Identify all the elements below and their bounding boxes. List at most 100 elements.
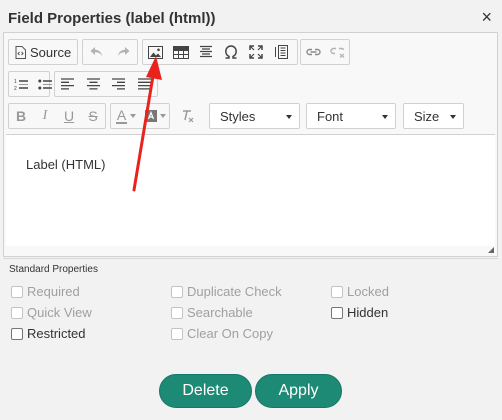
maximize-icon (249, 45, 263, 59)
rich-text-editor: Source 1 2 B I U S A Styles Font Size La… (3, 32, 498, 257)
clear-on-copy-label: Clear On Copy (187, 326, 273, 341)
font-dropdown[interactable]: Font (306, 103, 396, 129)
duplicate-check-checkbox[interactable]: Duplicate Check (171, 284, 282, 299)
italic-button[interactable]: I (33, 104, 57, 128)
numbered-list-icon: 1 2 (14, 79, 28, 91)
editor-content-area[interactable]: Label (HTML) (6, 134, 495, 246)
source-label: Source (30, 44, 72, 60)
show-blocks-icon (275, 45, 288, 59)
size-dropdown[interactable]: Size (403, 103, 464, 129)
font-label: Font (317, 108, 344, 124)
apply-button[interactable]: Apply (255, 374, 342, 408)
required-checkbox[interactable]: Required (11, 284, 80, 299)
restricted-checkbox[interactable]: Restricted (11, 326, 86, 341)
size-label: Size (414, 108, 440, 124)
searchable-label: Searchable (187, 305, 253, 320)
text-color-dropdown-icon (130, 114, 137, 118)
close-icon[interactable]: × (481, 8, 492, 26)
chevron-down-icon (450, 115, 456, 119)
strikethrough-button[interactable]: S (81, 104, 105, 128)
undo-button[interactable] (83, 40, 110, 64)
chevron-down-icon (382, 115, 388, 119)
special-character-button[interactable] (218, 40, 243, 64)
svg-text:2: 2 (14, 86, 17, 91)
required-checkbox-box[interactable] (11, 285, 23, 298)
source-button[interactable]: Source (9, 40, 77, 64)
section-divider (3, 258, 498, 259)
hidden-label: Hidden (347, 305, 389, 320)
hidden-checkbox[interactable]: Hidden (331, 305, 388, 320)
align-right-button[interactable] (106, 72, 132, 96)
searchable-checkbox[interactable]: Searchable (171, 305, 253, 320)
strikethrough-icon: S (88, 108, 98, 124)
source-group: Source (8, 39, 79, 65)
link-icon (305, 48, 321, 56)
delete-button[interactable]: Delete (159, 374, 252, 408)
quick-view-label: Quick View (27, 305, 92, 320)
background-color-button[interactable] (141, 104, 169, 128)
numbered-list-button[interactable]: 1 2 (9, 72, 33, 96)
color-group: A (110, 103, 170, 129)
undo-icon (90, 47, 102, 57)
source-icon (15, 45, 26, 59)
resize-handle-icon[interactable] (488, 247, 494, 253)
underline-button[interactable]: U (57, 104, 81, 128)
unlink-icon (329, 47, 344, 58)
quick-view-checkbox[interactable]: Quick View (11, 305, 92, 320)
bold-button[interactable]: B (9, 104, 33, 128)
hidden-checkbox-box[interactable] (331, 306, 343, 319)
image-button[interactable] (143, 40, 168, 64)
align-left-button[interactable] (55, 72, 81, 96)
link-button[interactable] (301, 40, 325, 64)
maximize-button[interactable] (243, 40, 269, 64)
locked-label: Locked (347, 284, 389, 299)
standard-properties-section: Standard Properties (3, 257, 498, 275)
standard-properties-heading: Standard Properties (9, 264, 98, 275)
align-left-icon (61, 78, 75, 90)
bulleted-list-icon (38, 79, 52, 89)
styles-dropdown[interactable]: Styles (209, 103, 300, 129)
history-group (82, 39, 138, 65)
omega-icon (224, 45, 237, 59)
align-center-icon (86, 78, 100, 90)
justify-button[interactable] (132, 72, 158, 96)
editor-content-text: Label (HTML) (26, 157, 106, 172)
duplicate-check-label: Duplicate Check (187, 284, 282, 299)
horizontal-line-button[interactable] (193, 40, 218, 64)
svg-text:1: 1 (14, 79, 17, 85)
remove-format-icon (183, 110, 194, 123)
restricted-checkbox-box[interactable] (11, 327, 23, 340)
text-color-button[interactable]: A (111, 104, 141, 128)
underline-icon: U (63, 108, 75, 124)
locked-checkbox-box[interactable] (331, 285, 343, 298)
styles-label: Styles (220, 108, 256, 124)
table-icon (172, 45, 189, 59)
align-right-icon (112, 78, 126, 90)
show-blocks-button[interactable] (269, 40, 295, 64)
horizontal-line-icon (199, 45, 212, 58)
locked-checkbox[interactable]: Locked (331, 284, 389, 299)
italic-icon: I (42, 108, 48, 123)
link-group (300, 39, 350, 65)
clear-on-copy-checkbox-box[interactable] (171, 327, 183, 340)
redo-button[interactable] (110, 40, 137, 64)
unlink-button[interactable] (325, 40, 349, 64)
clear-on-copy-checkbox[interactable]: Clear On Copy (171, 326, 273, 341)
required-label: Required (27, 284, 80, 299)
duplicate-check-checkbox-box[interactable] (171, 285, 183, 298)
remove-format-button[interactable] (175, 104, 201, 128)
justify-icon (137, 78, 151, 90)
restricted-label: Restricted (27, 326, 86, 341)
dialog-title: Field Properties (label (html)) (8, 10, 216, 27)
list-group: 1 2 (8, 71, 52, 97)
insert-group (142, 39, 298, 65)
text-color-icon: A (115, 107, 128, 124)
bold-icon: B (15, 108, 27, 124)
cleanup-group (174, 103, 204, 129)
redo-icon (118, 47, 130, 57)
searchable-checkbox-box[interactable] (171, 306, 183, 319)
table-button[interactable] (168, 40, 193, 64)
align-center-button[interactable] (81, 72, 107, 96)
background-color-icon (145, 110, 157, 122)
quick-view-checkbox-box[interactable] (11, 306, 23, 319)
